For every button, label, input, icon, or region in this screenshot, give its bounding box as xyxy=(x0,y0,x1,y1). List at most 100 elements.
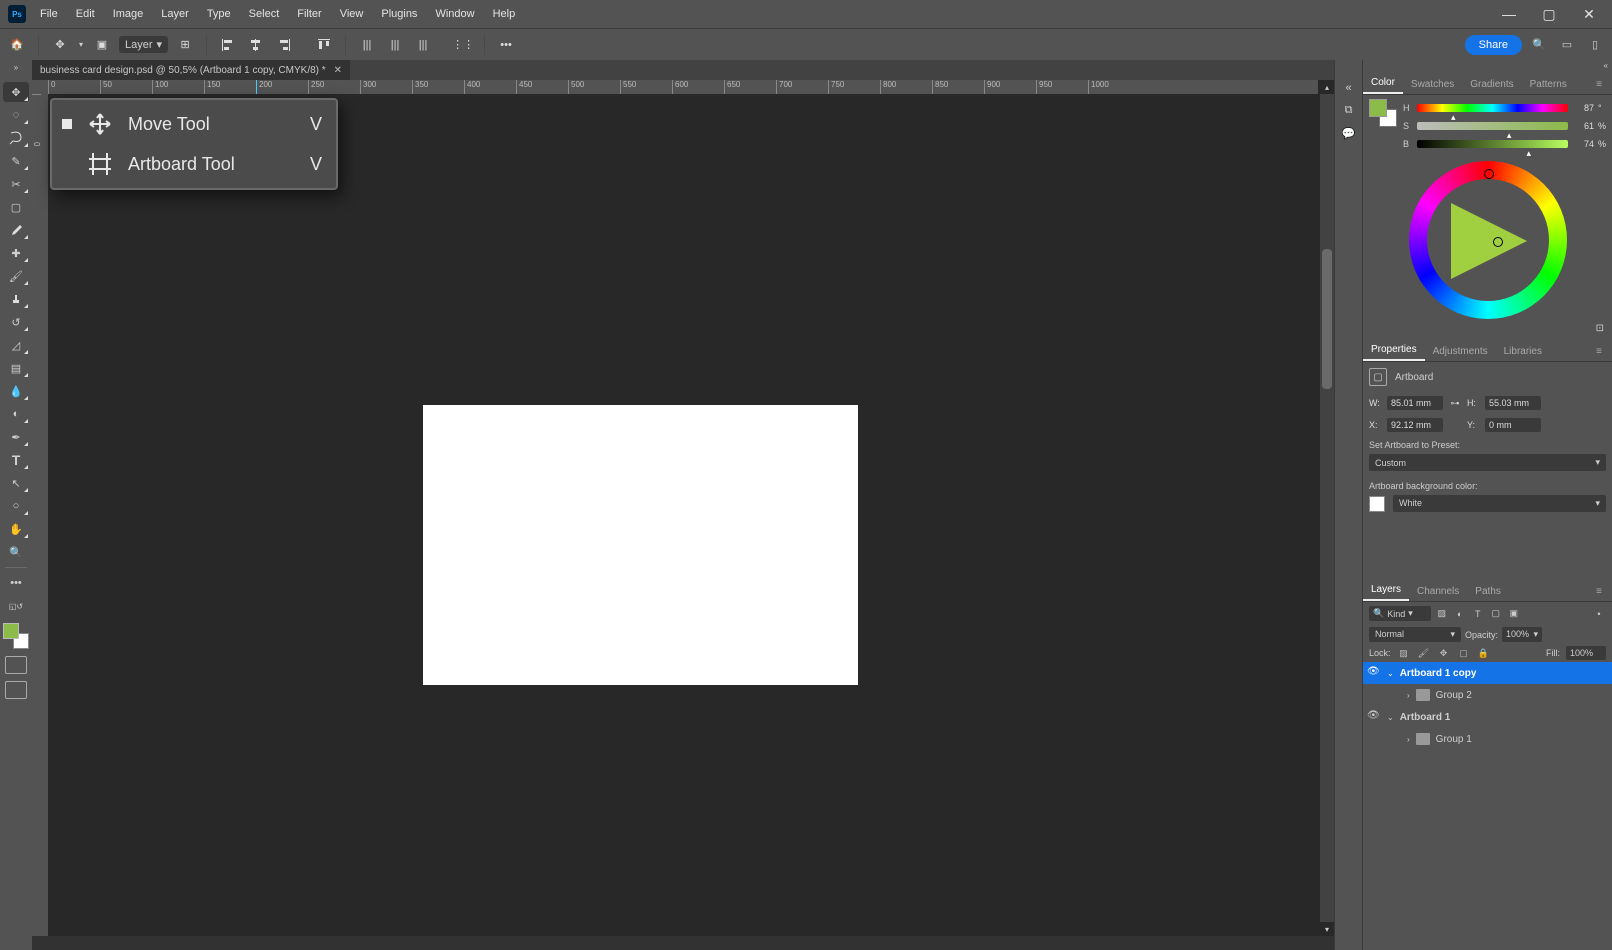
marquee-tool[interactable]: ◌ xyxy=(3,105,29,125)
type-tool[interactable]: T xyxy=(3,450,29,470)
menu-help[interactable]: Help xyxy=(485,4,524,24)
expand-toggle[interactable]: › xyxy=(1407,735,1410,744)
lock-artboard-icon[interactable]: ▢ xyxy=(1457,646,1471,660)
window-close-icon[interactable]: ✕ xyxy=(1576,6,1602,23)
expand-toggle[interactable]: ⌄ xyxy=(1387,669,1394,678)
filter-toggle[interactable]: • xyxy=(1592,607,1606,621)
artboard[interactable] xyxy=(423,405,858,685)
filter-shape-icon[interactable]: ▢ xyxy=(1489,607,1503,621)
tab-paths[interactable]: Paths xyxy=(1467,582,1509,601)
distribute-hcenter-icon[interactable]: ||| xyxy=(384,34,406,56)
menu-select[interactable]: Select xyxy=(241,4,288,24)
flyout-artboard-tool[interactable]: Artboard Tool V xyxy=(52,144,336,184)
blur-tool[interactable]: 💧 xyxy=(3,381,29,401)
home-button[interactable]: 🏠 xyxy=(6,34,28,56)
expand-toggle[interactable]: ⌄ xyxy=(1387,713,1394,722)
comments-panel-icon[interactable]: 💬 xyxy=(1342,127,1356,140)
height-field[interactable] xyxy=(1485,396,1541,410)
color-panel-menu-icon[interactable]: ≡ xyxy=(1588,75,1610,94)
collapse-panels-icon[interactable]: « xyxy=(1345,82,1351,94)
align-left-icon[interactable] xyxy=(217,34,239,56)
align-hcenter-icon[interactable] xyxy=(245,34,267,56)
layer-group-1[interactable]: › Group 1 xyxy=(1363,728,1612,750)
pen-tool[interactable]: ✒ xyxy=(3,427,29,447)
panel-resize-icon[interactable]: ⊡ xyxy=(1369,323,1606,334)
lock-all-icon[interactable]: 🔒 xyxy=(1477,646,1491,660)
frame-tool[interactable]: ▢ xyxy=(3,197,29,217)
tab-adjustments[interactable]: Adjustments xyxy=(1425,342,1496,361)
vertical-scrollbar[interactable]: ▴ ▾ xyxy=(1320,94,1334,922)
edit-toolbar-icon[interactable]: ••• xyxy=(3,573,29,593)
document-viewport[interactable] xyxy=(48,94,1318,936)
tab-swatches[interactable]: Swatches xyxy=(1403,75,1462,94)
workspace-switcher-icon[interactable]: ▭ xyxy=(1556,34,1578,56)
eyedropper-tool[interactable] xyxy=(3,220,29,240)
search-icon[interactable]: 🔍 xyxy=(1528,34,1550,56)
tab-properties[interactable]: Properties xyxy=(1363,340,1425,361)
lock-transparency-icon[interactable]: ▨ xyxy=(1397,646,1411,660)
menu-window[interactable]: Window xyxy=(427,4,482,24)
lasso-tool[interactable] xyxy=(3,128,29,148)
tab-channels[interactable]: Channels xyxy=(1409,582,1467,601)
layer-group-2[interactable]: › Group 2 xyxy=(1363,684,1612,706)
lock-pixels-icon[interactable]: 🖌 xyxy=(1417,646,1431,660)
layers-panel-menu-icon[interactable]: ≡ xyxy=(1588,582,1610,601)
link-wh-icon[interactable]: ⊶ xyxy=(1447,398,1463,409)
menu-edit[interactable]: Edit xyxy=(68,4,103,24)
align-top-icon[interactable] xyxy=(313,34,335,56)
layer-filter-dropdown[interactable]: 🔍Kind ▾ xyxy=(1369,606,1431,621)
window-maximize-icon[interactable]: ▢ xyxy=(1536,6,1562,23)
arrange-documents-icon[interactable]: ▯ xyxy=(1584,34,1606,56)
color-wheel[interactable] xyxy=(1409,161,1567,319)
auto-select-checkbox[interactable]: ▣ xyxy=(91,34,113,56)
menu-view[interactable]: View xyxy=(332,4,372,24)
history-panel-icon[interactable]: ⧉ xyxy=(1345,104,1353,117)
bri-slider[interactable]: ▴ xyxy=(1417,140,1568,148)
properties-panel-menu-icon[interactable]: ≡ xyxy=(1588,342,1610,361)
share-button[interactable]: Share xyxy=(1465,35,1522,55)
healing-brush-tool[interactable]: ✚ xyxy=(3,243,29,263)
eraser-tool[interactable]: ◿ xyxy=(3,335,29,355)
tab-layers[interactable]: Layers xyxy=(1363,580,1409,601)
fg-bg-swatches[interactable] xyxy=(3,623,29,649)
width-field[interactable] xyxy=(1387,396,1443,410)
align-right-icon[interactable] xyxy=(273,34,295,56)
zoom-tool[interactable]: 🔍 xyxy=(3,542,29,562)
menu-file[interactable]: File xyxy=(32,4,66,24)
move-tool[interactable]: ✥ xyxy=(3,82,29,102)
fg-color-swatch[interactable] xyxy=(3,623,19,639)
distribute-top-icon[interactable]: ||| xyxy=(356,34,378,56)
bgcolor-dropdown[interactable]: White▾ xyxy=(1393,495,1606,512)
blend-mode-dropdown[interactable]: Normal▾ xyxy=(1369,627,1461,642)
move-tool-icon[interactable]: ✥ xyxy=(49,34,71,56)
default-colors-icon[interactable]: ◱↺ xyxy=(3,596,29,616)
opacity-field[interactable]: 100%▾ xyxy=(1502,627,1542,642)
tool-preset-arrow-icon[interactable]: ▾ xyxy=(77,38,85,52)
visibility-toggle[interactable] xyxy=(1367,710,1381,724)
vertical-scroll-thumb[interactable] xyxy=(1322,249,1332,389)
filter-type-icon[interactable]: T xyxy=(1471,607,1485,621)
collapse-right-icon[interactable]: « xyxy=(1363,60,1612,71)
screen-mode-icon[interactable] xyxy=(5,681,27,699)
tab-gradients[interactable]: Gradients xyxy=(1462,75,1521,94)
visibility-toggle[interactable] xyxy=(1367,666,1381,680)
toggle-ruler-origin[interactable] xyxy=(32,80,48,94)
visibility-toggle[interactable] xyxy=(1367,732,1381,746)
quick-selection-tool[interactable]: ✎ xyxy=(3,151,29,171)
distribute-bottom-icon[interactable]: ||| xyxy=(412,34,434,56)
visibility-toggle[interactable] xyxy=(1367,688,1381,702)
brush-tool[interactable]: 🖌 xyxy=(3,266,29,286)
bgcolor-swatch[interactable] xyxy=(1369,496,1385,512)
layer-artboard-1-copy[interactable]: ⌄ Artboard 1 copy xyxy=(1363,662,1612,684)
filter-smart-icon[interactable]: ▣ xyxy=(1507,607,1521,621)
color-swatches[interactable] xyxy=(1369,99,1397,127)
horizontal-ruler[interactable]: 0501001502002503003504004505005506006507… xyxy=(48,80,1318,94)
preset-dropdown[interactable]: Custom▾ xyxy=(1369,454,1606,471)
fg-swatch[interactable] xyxy=(1369,99,1387,117)
window-minimize-icon[interactable]: — xyxy=(1496,6,1522,23)
menu-image[interactable]: Image xyxy=(105,4,152,24)
tab-libraries[interactable]: Libraries xyxy=(1496,342,1550,361)
expand-tools-icon[interactable]: » xyxy=(0,60,32,74)
vertical-ruler[interactable]: 0 xyxy=(32,94,48,936)
history-brush-tool[interactable]: ↺ xyxy=(3,312,29,332)
